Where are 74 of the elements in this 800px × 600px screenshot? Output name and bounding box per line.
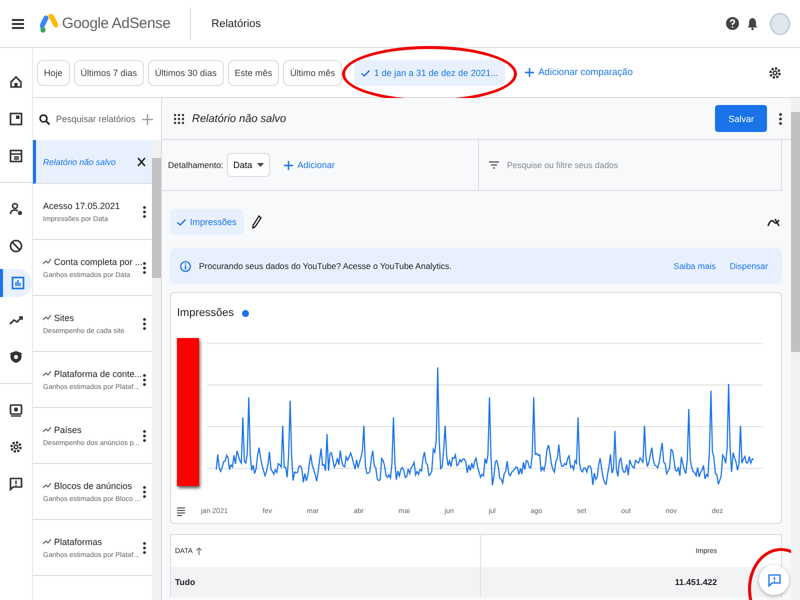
help-icon[interactable] [726, 17, 739, 30]
plus-icon [525, 68, 534, 77]
page-icon [9, 112, 23, 126]
trend-icon [9, 313, 23, 327]
more-icon[interactable] [143, 374, 146, 386]
chart-title: Impressões [177, 307, 234, 320]
sort-arrow-icon [196, 547, 202, 555]
search-icon [39, 114, 50, 124]
add-icon[interactable] [142, 114, 153, 124]
close-icon[interactable] [137, 156, 146, 166]
notification-icon[interactable] [747, 17, 758, 30]
date-range-chip[interactable]: Último mês [283, 60, 342, 86]
menu-icon[interactable] [12, 18, 24, 28]
metric-chip[interactable]: Impressões [170, 209, 244, 235]
info-icon [180, 260, 191, 272]
date-range-chip[interactable]: 1 de jan a 31 de dez de 2021... [354, 60, 506, 86]
more-icon[interactable] [143, 486, 146, 498]
plus-icon [284, 160, 294, 170]
table-cell: 11.451.422 [674, 577, 717, 587]
more-icon[interactable] [143, 206, 146, 218]
report-title[interactable]: Acesso 17.05.2021 [43, 200, 120, 210]
scrollbar[interactable] [152, 140, 161, 600]
banner-link[interactable]: Dispensar [730, 261, 768, 271]
report-title[interactable]: Conta completa por ... [54, 256, 143, 266]
filter-field[interactable]: Pesquise ou filtre seus dados [507, 160, 707, 170]
person-icon [9, 202, 23, 216]
report-title[interactable]: Países [54, 424, 82, 434]
series-dot-icon [242, 310, 249, 317]
report-title[interactable]: Sites [54, 312, 74, 322]
active-report-item[interactable]: Relatório não salvo [33, 140, 152, 184]
more-icon[interactable] [143, 262, 146, 274]
settings-icon[interactable] [768, 66, 782, 80]
date-range-chip[interactable]: Este mês [228, 60, 280, 86]
home-icon [9, 75, 23, 89]
app-name: Google AdSense [62, 15, 170, 32]
report-title: Relatório não salvo [192, 112, 286, 124]
date-range-chip[interactable]: Últimos 7 dias [74, 60, 144, 86]
filter-icon [489, 161, 499, 169]
breakdown-dropdown[interactable]: Data [227, 153, 270, 177]
settings-icon [9, 440, 23, 454]
legend-icon[interactable] [177, 507, 185, 516]
payment-icon [9, 403, 23, 417]
search-field[interactable]: Pesquisar relatórios [56, 114, 136, 124]
breakdown-label: Detalhamento: [168, 160, 224, 170]
banner-link[interactable]: Saiba mais [674, 261, 716, 271]
table-cell: Tudo [175, 577, 196, 587]
block-icon [9, 239, 23, 253]
report-title[interactable]: Plataforma de conte... [54, 368, 142, 378]
layout-icon [9, 149, 23, 163]
trend-off-icon[interactable] [767, 216, 780, 228]
banner-message: Procurando seus dados do YouTube? Acesse o YouTube Analytics. [199, 261, 452, 271]
page-title: Relatórios [211, 18, 261, 30]
check-icon [361, 70, 370, 77]
feedback-icon [9, 477, 23, 491]
save-button[interactable]: Salvar [715, 105, 767, 132]
check-icon [177, 219, 186, 226]
more-icon[interactable] [779, 112, 782, 124]
report-title[interactable]: Blocos de anúncios [54, 480, 132, 490]
more-icon[interactable] [143, 430, 146, 442]
logo-icon [40, 14, 58, 34]
date-range-chip[interactable]: Últimos 30 dias [148, 60, 224, 86]
date-range-chip[interactable]: Hoje [37, 60, 70, 86]
scrollbar[interactable] [791, 98, 800, 600]
chart-icon [10, 276, 24, 290]
shield-icon [9, 350, 23, 364]
caret-icon [257, 163, 264, 167]
add-comparison-button[interactable]: Adicionar comparação [519, 66, 639, 79]
more-icon[interactable] [143, 542, 146, 554]
more-icon[interactable] [143, 318, 146, 330]
add-breakdown-button[interactable]: Adicionar [278, 159, 341, 171]
apps-icon[interactable] [174, 114, 184, 124]
feedback-icon [768, 574, 780, 586]
report-title[interactable]: Plataformas [54, 536, 102, 546]
pencil-icon[interactable] [252, 215, 262, 229]
